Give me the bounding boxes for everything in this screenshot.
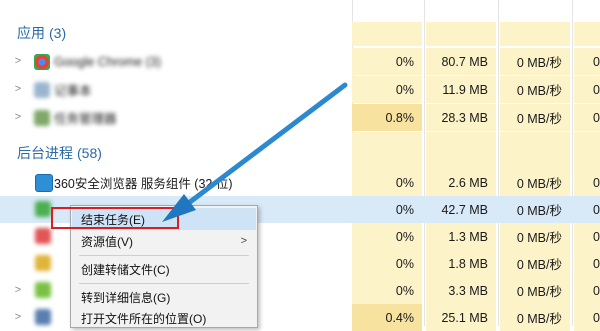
memory-cell: 3.3 MB xyxy=(426,277,496,304)
table-row[interactable]: > Google Chrome (3) 0% 80.7 MB 0 MB/秒 0 xyxy=(0,48,600,75)
cpu-cell: 0% xyxy=(352,250,422,277)
chevron-right-icon[interactable]: > xyxy=(14,311,22,323)
menu-separator xyxy=(79,255,249,256)
group-title: 应用 (3) xyxy=(17,22,66,44)
network-cell: 0 xyxy=(574,250,600,277)
menu-item-label: 资源值(V) xyxy=(81,234,133,249)
memory-cell xyxy=(426,22,496,46)
cpu-cell: 0% xyxy=(352,196,422,223)
submenu-arrow-icon: > xyxy=(240,235,247,247)
group-count: (3) xyxy=(49,25,67,41)
network-cell: 0 xyxy=(574,104,600,131)
chevron-right-icon[interactable]: > xyxy=(14,83,22,95)
cpu-cell xyxy=(352,22,422,46)
disk-cell: 0 MB/秒 xyxy=(500,104,570,131)
disk-cell: 0 MB/秒 xyxy=(500,304,570,331)
app-icon xyxy=(35,228,51,244)
network-cell: 0 xyxy=(574,304,600,331)
app-icon xyxy=(34,82,50,98)
app-icon xyxy=(35,309,51,325)
memory-cell: 80.7 MB xyxy=(426,48,496,75)
network-cell: 0 xyxy=(574,223,600,250)
menu-item-go-to-details[interactable]: 转到详细信息(G) xyxy=(72,286,256,308)
menu-item-label: 打开文件所在的位置(O) xyxy=(81,311,207,326)
cpu-cell: 0% xyxy=(352,169,422,196)
menu-separator xyxy=(79,283,249,284)
menu-item-resource-values[interactable]: 资源值(V) > xyxy=(72,230,256,252)
chevron-right-icon[interactable]: > xyxy=(14,55,22,67)
browser-service-icon xyxy=(35,174,53,192)
app-icon xyxy=(34,110,50,126)
cpu-cell xyxy=(352,132,422,170)
disk-cell xyxy=(500,22,570,46)
menu-item-label: 转到详细信息(G) xyxy=(81,290,171,305)
memory-cell: 11.9 MB xyxy=(426,76,496,103)
memory-cell: 42.7 MB xyxy=(426,196,496,223)
group-title-label: 后台进程 xyxy=(17,145,73,161)
chevron-right-icon[interactable]: > xyxy=(14,284,22,296)
cpu-cell: 0% xyxy=(352,223,422,250)
disk-cell: 0 MB/秒 xyxy=(500,196,570,223)
chevron-right-icon[interactable]: > xyxy=(14,111,22,123)
cpu-cell: 0.4% xyxy=(352,304,422,331)
disk-cell: 0 MB/秒 xyxy=(500,76,570,103)
process-name: 任务管理器 xyxy=(54,112,117,126)
menu-item-label: 创建转储文件(C) xyxy=(81,262,170,277)
network-cell: 0 xyxy=(574,48,600,75)
disk-cell: 0 MB/秒 xyxy=(500,223,570,250)
chrome-icon xyxy=(34,54,50,70)
memory-cell: 1.8 MB xyxy=(426,250,496,277)
task-manager-process-list: 应用 (3) > Google Chrome (3) 0% 80.7 MB 0 … xyxy=(0,0,600,331)
memory-cell: 25.1 MB xyxy=(426,304,496,331)
table-row[interactable]: > 记事本 0% 11.9 MB 0 MB/秒 0 xyxy=(0,76,600,103)
network-cell: 0 xyxy=(574,169,600,196)
process-name: 记事本 xyxy=(54,84,92,98)
disk-cell: 0 MB/秒 xyxy=(500,48,570,75)
group-count: (58) xyxy=(77,145,102,161)
disk-cell: 0 MB/秒 xyxy=(500,169,570,196)
disk-cell: 0 MB/秒 xyxy=(500,277,570,304)
memory-cell: 1.3 MB xyxy=(426,223,496,250)
process-name: Google Chrome (3) xyxy=(54,54,161,69)
network-cell: 0 xyxy=(574,76,600,103)
menu-item-create-dump[interactable]: 创建转储文件(C) xyxy=(72,258,256,280)
cpu-cell: 0% xyxy=(352,277,422,304)
table-row[interactable]: 360安全浏览器 服务组件 (32 位) 0% 2.6 MB 0 MB/秒 0 xyxy=(0,169,600,196)
cpu-cell: 0% xyxy=(352,76,422,103)
group-header-apps[interactable]: 应用 (3) xyxy=(0,22,600,46)
app-icon xyxy=(35,282,51,298)
process-name: 360安全浏览器 服务组件 (32 位) xyxy=(54,177,233,191)
group-header-background[interactable]: 后台进程 (58) xyxy=(0,132,600,170)
group-title-label: 应用 xyxy=(17,25,45,41)
network-cell xyxy=(574,22,600,46)
disk-cell xyxy=(500,132,570,170)
group-title: 后台进程 (58) xyxy=(17,142,102,164)
table-row[interactable]: > 任务管理器 0.8% 28.3 MB 0 MB/秒 0 xyxy=(0,104,600,131)
memory-cell xyxy=(426,132,496,170)
cpu-cell: 0.8% xyxy=(352,104,422,131)
annotation-highlight-box xyxy=(51,207,179,229)
cpu-cell: 0% xyxy=(352,48,422,75)
app-icon xyxy=(35,201,51,217)
network-cell: 0 xyxy=(574,277,600,304)
app-icon xyxy=(35,255,51,271)
network-cell: 0 xyxy=(574,196,600,223)
network-cell xyxy=(574,132,600,170)
disk-cell: 0 MB/秒 xyxy=(500,250,570,277)
memory-cell: 28.3 MB xyxy=(426,104,496,131)
memory-cell: 2.6 MB xyxy=(426,169,496,196)
